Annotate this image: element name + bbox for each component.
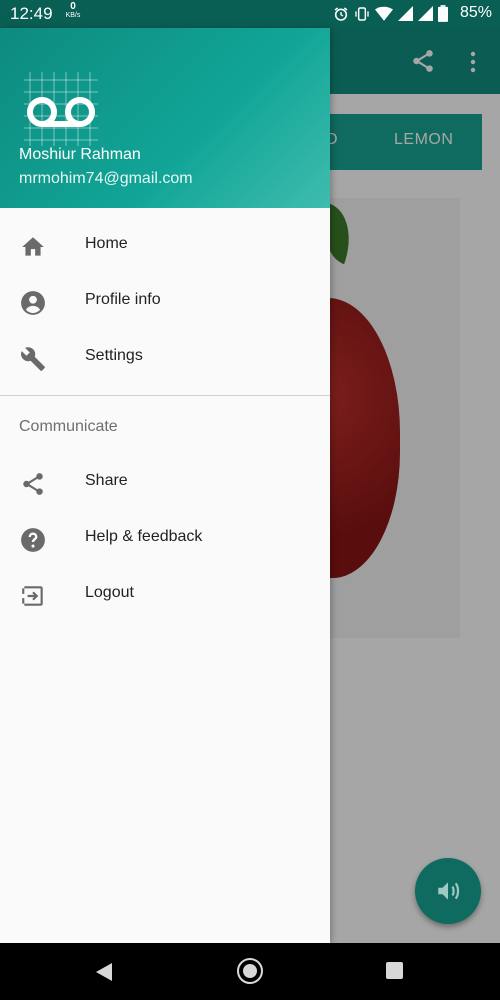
voicemail-logo-icon <box>24 72 98 146</box>
status-icons <box>333 5 448 22</box>
account-circle-icon <box>21 291 45 315</box>
section-title-communicate: Communicate <box>19 418 118 435</box>
network-speed-value: 0 <box>70 1 76 12</box>
user-email: mrmohim74@gmail.com <box>19 170 193 187</box>
vibrate-icon <box>355 6 369 21</box>
system-nav-bar <box>0 943 500 1000</box>
menu-item-help-feedback[interactable]: Help & feedback <box>0 511 330 567</box>
home-button-icon[interactable] <box>237 958 263 984</box>
volume-icon <box>438 882 460 900</box>
menu-item-settings[interactable]: Settings <box>0 330 330 386</box>
menu-divider <box>0 395 330 396</box>
battery-icon <box>438 5 448 22</box>
menu-item-label: Home <box>85 235 128 252</box>
back-icon[interactable] <box>96 963 112 981</box>
menu-item-label: Share <box>85 472 128 489</box>
wrench-icon <box>21 347 45 371</box>
menu-item-profile-info[interactable]: Profile info <box>0 274 330 330</box>
signal-icon <box>398 6 413 21</box>
drawer-header: Moshiur Rahman mrmohim74@gmail.com <box>0 28 330 208</box>
battery-percent: 85% <box>459 4 492 21</box>
share-icon <box>23 473 43 495</box>
menu-item-share[interactable]: Share <box>0 455 330 511</box>
home-icon <box>22 237 44 256</box>
menu-item-label: Settings <box>85 347 143 364</box>
alarm-icon <box>334 6 348 21</box>
wifi-icon <box>375 6 393 21</box>
signal-icon <box>418 6 433 21</box>
menu-item-home[interactable]: Home <box>0 218 330 274</box>
menu-item-label: Help & feedback <box>85 528 203 545</box>
logout-icon <box>22 586 43 606</box>
menu-item-label: Profile info <box>85 291 161 308</box>
speak-fab[interactable] <box>415 858 481 924</box>
navigation-drawer: Moshiur Rahman mrmohim74@gmail.com Home … <box>0 28 330 943</box>
recents-icon[interactable] <box>386 962 403 979</box>
network-speed-unit: KB/s <box>65 12 81 19</box>
network-speed: 0 KB/s <box>62 2 84 20</box>
menu-item-logout[interactable]: Logout <box>0 567 330 623</box>
status-time: 12:49 <box>10 4 53 23</box>
status-bar: 12:49 0 KB/s 85% <box>0 0 500 28</box>
menu-item-label: Logout <box>85 584 134 601</box>
help-icon <box>21 528 45 552</box>
user-name: Moshiur Rahman <box>19 146 141 163</box>
